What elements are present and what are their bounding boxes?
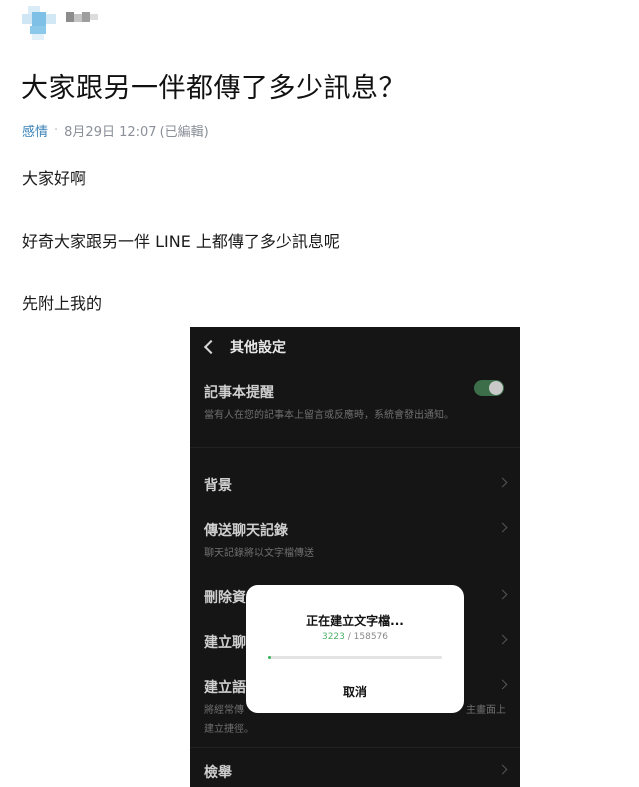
setting-title: 背景 [204,478,232,494]
progress-bar [268,656,442,659]
post-title: 大家跟另一伴都傳了多少訊息？ [21,73,406,104]
setting-subtitle-left: 將經常傳 [204,705,244,716]
settings-header: 其他設定 [203,337,286,357]
toggle-switch [474,380,504,396]
author-name[interactable] [66,12,98,26]
setting-subtitle: 當有人在您的記事本上留言或反應時，系統會發出通知。 [204,410,454,421]
attached-screenshot[interactable]: 其他設定 記事本提醒 當有人在您的記事本上留言或反應時，系統會發出通知。 背景 … [190,327,520,787]
cancel-button: 取消 [342,685,367,699]
body-paragraph: 大家好啊 [22,169,87,188]
body-paragraph: 好奇大家跟另一伴 LINE 上都傳了多少訊息呢 [22,232,340,251]
setting-subtitle-right: 主畫面上 [466,705,506,716]
author-row [22,6,98,40]
progress-total: 158576 [353,632,389,642]
back-chevron-icon [203,339,219,355]
edited-label: (已編輯) [159,125,209,140]
setting-item-report: 檢舉 [204,762,508,782]
setting-title: 檢舉 [204,765,232,781]
progress-divider: / [344,632,354,642]
section-divider [190,447,520,448]
setting-subtitle: 聊天記錄將以文字檔傳送 [204,548,314,559]
toggle-knob [489,381,503,395]
progress-current: 3223 [321,632,345,642]
progress-dialog: 正在建立文字檔... 3223 / 158576 取消 [246,585,464,713]
section-divider [190,747,520,748]
setting-item-notes-reminder: 記事本提醒 當有人在您的記事本上留言或反應時，系統會發出通知。 [204,382,506,421]
setting-subtitle-2: 建立捷徑。 [204,724,254,735]
setting-title: 傳送聊天記錄 [204,523,288,539]
setting-item-send-chat-history: 傳送聊天記錄 聊天記錄將以文字檔傳送 [204,520,508,559]
meta-separator: · [54,123,59,138]
progress-count: 3223 / 158576 [246,632,464,642]
post-meta: 感情 · 8月29日 12:07 (已編輯) [22,121,209,140]
board-link[interactable]: 感情 [22,121,48,140]
body-paragraph: 先附上我的 [22,294,103,313]
progress-bar-fill [268,656,272,659]
setting-item-background: 背景 [204,475,508,495]
avatar[interactable] [22,6,56,40]
setting-title: 記事本提醒 [204,385,274,401]
post-date: 8月29日 12:07 [64,125,157,140]
dialog-title: 正在建立文字檔... [306,614,404,628]
settings-header-title: 其他設定 [230,340,286,356]
